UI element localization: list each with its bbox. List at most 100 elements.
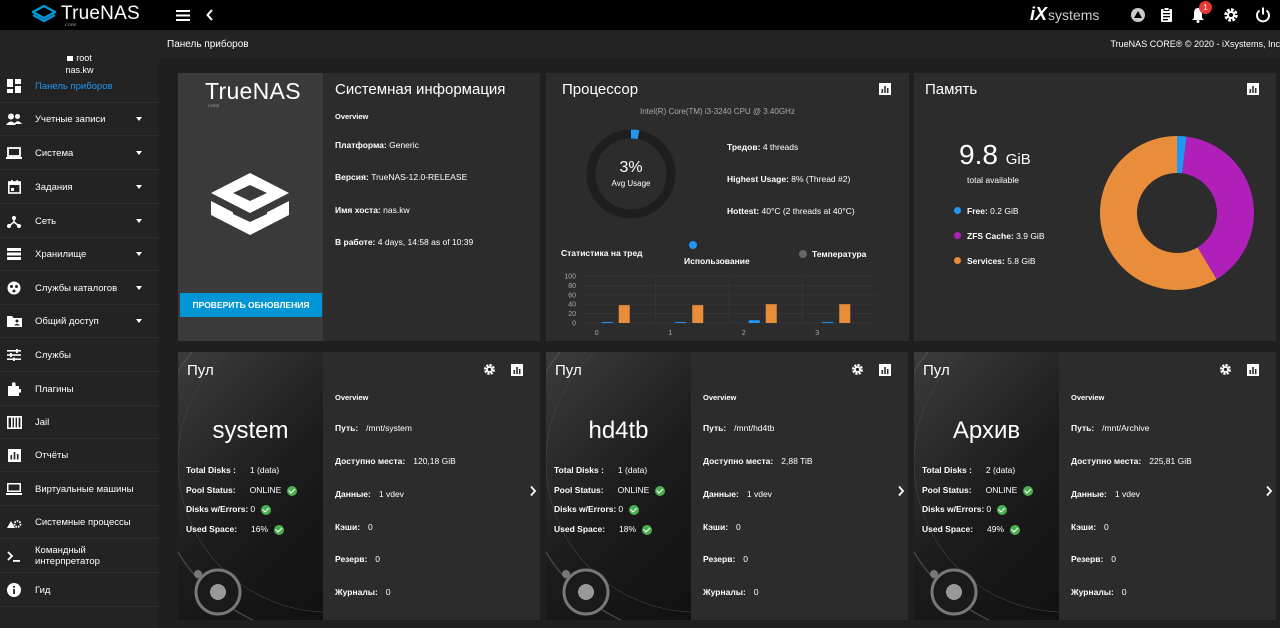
chevron-down-icon[interactable]: [136, 219, 142, 223]
chart-icon[interactable]: [511, 363, 523, 376]
sysinfo-value: TrueNAS-12.0-RELEASE: [371, 172, 468, 182]
chart-y-tick: 80: [568, 283, 576, 290]
cpu-hottest: Hottest: 40°C (2 threads at 40°C): [727, 206, 855, 216]
memory-legend-item: Services: 5.8 GiB: [967, 256, 1036, 266]
chart-bar-temperature: [618, 305, 630, 323]
cpu-card: Процессор Intel(R) Core(TM) i3-3240 CPU …: [546, 73, 909, 341]
clipboard-icon[interactable]: [1157, 6, 1175, 24]
gear-icon[interactable]: [851, 363, 864, 376]
sidebar-item-label: Системные процессы: [35, 516, 131, 528]
sidebar-item-label: Сеть: [35, 215, 57, 227]
sysinfo-row: В работе: 4 days, 14:58 as of 10:39: [335, 237, 473, 247]
truecommand-icon[interactable]: [1129, 6, 1147, 24]
sidebar-item-label: Задания: [35, 181, 73, 193]
gear-icon[interactable]: [1219, 363, 1232, 376]
sidebar-item-6[interactable]: Хранилище: [0, 238, 159, 271]
sidebar-item-16[interactable]: Гид: [0, 574, 159, 607]
sidebar-item-11[interactable]: Jail: [0, 406, 159, 439]
sysinfo-key: Версия:: [335, 172, 369, 182]
chart-icon[interactable]: [1247, 83, 1259, 95]
pool-detail-path: Путь:/mnt/system: [335, 423, 412, 433]
pool-heading: Пул: [923, 362, 950, 379]
check-updates-button[interactable]: ПРОВЕРИТЬ ОБНОВЛЕНИЯ: [180, 293, 322, 317]
chart-x-tick: 0: [595, 330, 599, 337]
chart-icon[interactable]: [879, 83, 891, 95]
sidebar-item-4[interactable]: Задания: [0, 171, 159, 204]
pool-detail-data: Данные: 1 vdev: [703, 489, 772, 499]
sidebar-item-9[interactable]: Службы: [0, 339, 159, 372]
sidebar-item-12[interactable]: Отчёты: [0, 439, 159, 472]
pool-stat-total-disks: Total Disks :1 (data): [186, 465, 280, 475]
sidebar-item-label: Учетные записи: [35, 113, 106, 125]
sidebar-item-3[interactable]: Система: [0, 137, 159, 170]
chevron-down-icon[interactable]: [136, 252, 142, 256]
legend-temp-swatch: [799, 250, 807, 258]
chevron-down-icon[interactable]: [136, 185, 142, 189]
power-icon[interactable]: [1254, 6, 1272, 24]
gear-icon[interactable]: [1222, 6, 1240, 24]
sidebar-item-14[interactable]: Системные процессы: [0, 506, 159, 539]
chevron-down-icon[interactable]: [136, 319, 142, 323]
ixsystems-logo[interactable]: iX systems: [1030, 4, 1099, 25]
pool-disk-panel: Пул hd4tb Total Disks :1 (data) Pool Status…: [546, 352, 691, 620]
memory-legend-label: Free:: [967, 206, 988, 216]
chevron-right-icon[interactable]: [897, 484, 905, 497]
gear-icon[interactable]: [483, 363, 496, 376]
page-title: Панель приборов: [167, 39, 249, 50]
sidebar-item-10[interactable]: Плагины: [0, 373, 159, 406]
memory-total: 9.8 GiB: [959, 139, 1031, 171]
truenas-logo[interactable]: TrueNAS CORE: [32, 3, 140, 27]
laptop-icon: [6, 145, 22, 161]
info-icon: [6, 582, 22, 598]
sidebar-item-label: Виртуальные машины: [35, 483, 134, 495]
pool-card: Пул hd4tb Total Disks :1 (data) Pool Status…: [546, 352, 908, 620]
calendar-icon: [6, 179, 22, 195]
pool-stat-status: Pool Status: ONLINE: [554, 485, 666, 496]
chevron-right-icon[interactable]: [529, 484, 537, 497]
pool-detail-cache: Кэши: 0: [335, 522, 373, 532]
dashboard-icon: [6, 78, 22, 94]
chevron-down-icon[interactable]: [136, 151, 142, 155]
memory-title: Память: [925, 81, 978, 98]
pool-heading: Пул: [555, 362, 582, 379]
cpu-model: Intel(R) Core(TM) i3-3240 CPU @ 3.40GHz: [640, 107, 795, 116]
pool-name: system: [212, 417, 289, 444]
chevron-down-icon[interactable]: [136, 117, 142, 121]
sysinfo-logo-text: TrueNAS: [205, 78, 301, 104]
sidebar-item-2[interactable]: Учетные записи: [0, 103, 159, 136]
processes-icon: [6, 514, 22, 530]
cpu-title: Процессор: [562, 81, 639, 98]
menu-icon[interactable]: [174, 6, 192, 24]
pool-detail-spare: Резерв: 0: [1071, 554, 1117, 564]
pool-stat-used: Used Space: 16%: [186, 524, 285, 535]
pool-detail-log: Журналы: 0: [1071, 587, 1127, 597]
pool-detail-cache: Кэши: 0: [1071, 522, 1109, 532]
chart-y-tick: 60: [568, 292, 576, 299]
pool-stat-status: Pool Status: ONLINE: [186, 485, 298, 496]
pool-detail-log: Журналы: 0: [335, 587, 391, 597]
chevron-down-icon[interactable]: [136, 286, 142, 290]
cpu-gauge-value: 3%: [619, 159, 643, 176]
chart-icon[interactable]: [879, 363, 891, 376]
truenas-cube-icon: [211, 173, 289, 235]
network-icon: [6, 213, 22, 229]
top-bar: TrueNAS CORE iX systems 1: [0, 0, 1280, 30]
partner-name: systems: [1048, 6, 1100, 23]
sidebar-item-8[interactable]: Общий доступ: [0, 305, 159, 338]
pool-detail-avail: Доступно места: 2,88 TiB: [703, 456, 813, 466]
pool-stat-total-disks: Total Disks :1 (data): [554, 465, 648, 475]
cpu-highest: Highest Usage: 8% (Thread #2): [727, 174, 851, 184]
shell-icon: [6, 548, 22, 564]
chart-bar-usage: [601, 322, 613, 324]
sidebar-item-1[interactable]: Панель приборов: [0, 70, 159, 103]
chevron-left-icon[interactable]: [201, 6, 219, 24]
pool-overview: Overview: [703, 393, 737, 402]
sidebar-item-7[interactable]: Службы каталогов: [0, 272, 159, 305]
sidebar-item-15[interactable]: Командный интерпретатор: [0, 540, 159, 573]
memory-legend-label: ZFS Cache:: [967, 231, 1014, 241]
sidebar-item-5[interactable]: Сеть: [0, 205, 159, 238]
memory-legend-item: ZFS Cache: 3.9 GiB: [967, 231, 1045, 241]
sidebar-item-13[interactable]: Виртуальные машины: [0, 473, 159, 506]
chart-icon[interactable]: [1247, 363, 1259, 376]
chevron-right-icon[interactable]: [1265, 484, 1273, 497]
